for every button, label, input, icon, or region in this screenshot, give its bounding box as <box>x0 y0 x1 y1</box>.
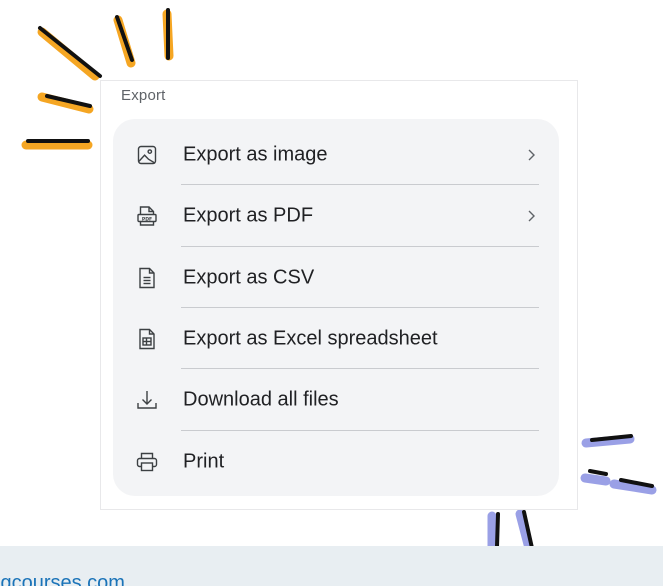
chevron-right-icon <box>528 210 535 221</box>
menu-item-export-image[interactable]: Export as image <box>113 124 559 185</box>
printer-icon <box>134 449 160 475</box>
menu-item-label: Export as image <box>183 143 328 165</box>
footer-site-link[interactable]: lgcourses.com <box>0 573 125 586</box>
image-icon <box>134 142 160 168</box>
export-menu: Export as image PDF Export as PDF Export… <box>113 119 559 496</box>
download-icon <box>134 387 160 413</box>
pdf-file-icon: PDF <box>134 203 160 229</box>
panel-title: Export <box>121 87 166 104</box>
csv-file-icon <box>134 265 160 291</box>
svg-text:PDF: PDF <box>142 216 152 222</box>
menu-item-export-excel[interactable]: Export as Excel spreadsheet <box>113 308 559 369</box>
menu-item-label: Print <box>183 450 225 472</box>
menu-item-label: Export as Excel spreadsheet <box>183 327 438 349</box>
menu-item-print[interactable]: Print <box>113 431 559 492</box>
footer-strip: lgcourses.com <box>0 546 663 586</box>
menu-item-label: Export as PDF <box>183 204 314 226</box>
menu-item-export-csv[interactable]: Export as CSV <box>113 247 559 308</box>
export-panel: Export Export as image PDF Export as PDF… <box>100 80 578 510</box>
menu-item-export-pdf[interactable]: PDF Export as PDF <box>113 185 559 246</box>
stage: Export Export as image PDF Export as PDF… <box>0 0 663 586</box>
spreadsheet-file-icon <box>134 326 160 352</box>
chevron-right-icon <box>528 149 535 160</box>
menu-item-label: Export as CSV <box>183 266 315 288</box>
menu-item-label: Download all files <box>183 388 339 410</box>
menu-item-download-all[interactable]: Download all files <box>113 369 559 430</box>
